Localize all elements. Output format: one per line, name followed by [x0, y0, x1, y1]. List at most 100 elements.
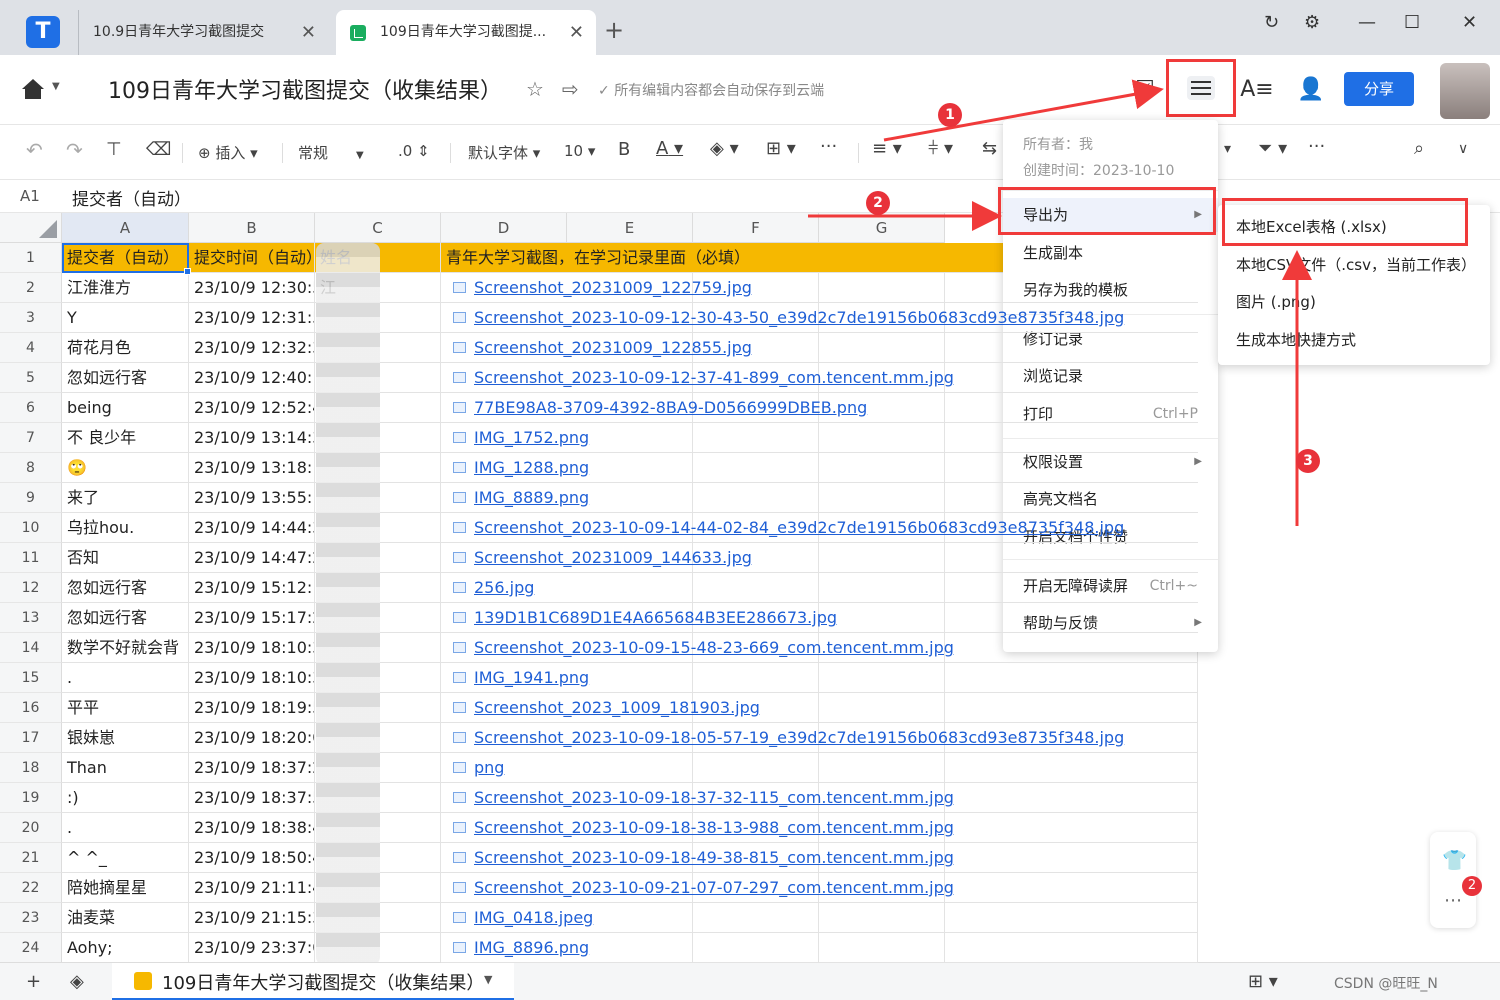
submit-time-cell[interactable]: 23/10/9 12:32:34: [189, 333, 315, 363]
row-header[interactable]: 18: [0, 753, 62, 783]
screenshot-link-cell[interactable]: Screenshot_2023-10-09-12-37-41-899_com.t…: [441, 363, 1198, 393]
row-header[interactable]: 13: [0, 603, 62, 633]
submit-time-cell[interactable]: 23/10/9 13:18:11: [189, 453, 315, 483]
screenshot-link-cell[interactable]: IMG_1941.png: [441, 663, 1198, 693]
screenshot-link-cell[interactable]: Screenshot_20231009_144633.jpg: [441, 543, 1198, 573]
font-size-select[interactable]: 10 ▾: [564, 142, 595, 160]
undo-icon[interactable]: ↶: [26, 138, 43, 162]
submitter-cell[interactable]: .: [62, 663, 189, 693]
cell-reference[interactable]: A1: [20, 187, 40, 205]
submit-time-cell[interactable]: 23/10/9 23:37:09: [189, 933, 315, 963]
row-header[interactable]: 20: [0, 813, 62, 843]
sheet-tab-active[interactable]: 109日青年大学习截图提交（收集结果） ▼: [112, 963, 514, 1000]
submit-time-cell[interactable]: 23/10/9 15:12:10: [189, 573, 315, 603]
row-header[interactable]: 24: [0, 933, 62, 963]
screenshot-link-cell[interactable]: IMG_1752.png: [441, 423, 1198, 453]
vertical-align-icon[interactable]: ⫩ ▾: [928, 138, 953, 159]
submitter-cell[interactable]: 忽如远行客: [62, 363, 189, 393]
format-painter-icon[interactable]: ⊤: [106, 139, 122, 160]
theme-shirt-icon[interactable]: 👕: [1442, 848, 1467, 872]
eraser-icon[interactable]: ⌫: [146, 139, 171, 160]
share-button[interactable]: 分享: [1344, 72, 1414, 106]
font-family-select[interactable]: 默认字体 ▾: [468, 142, 540, 163]
sheet-list-icon[interactable]: ◈: [70, 971, 84, 992]
submitter-cell[interactable]: 银妹崽: [62, 723, 189, 753]
row-header[interactable]: 2: [0, 273, 62, 303]
submitter-cell[interactable]: 陪她摘星星: [62, 873, 189, 903]
more-menu-button[interactable]: [1166, 59, 1236, 117]
submit-time-cell[interactable]: 23/10/9 18:10:36: [189, 633, 315, 663]
submit-time-cell[interactable]: 23/10/9 14:47:25: [189, 543, 315, 573]
window-close-icon[interactable]: ✕: [1462, 12, 1477, 33]
screenshot-link-cell[interactable]: Screenshot_2023-10-09-14-44-02-84_e39d2c…: [441, 513, 1198, 543]
submitter-cell[interactable]: Than: [62, 753, 189, 783]
column-header[interactable]: D: [441, 213, 567, 243]
submitter-cell[interactable]: 忽如远行客: [62, 603, 189, 633]
screenshot-link-cell[interactable]: IMG_1288.png: [441, 453, 1198, 483]
submitter-cell[interactable]: 荷花月色: [62, 333, 189, 363]
close-icon[interactable]: ✕: [301, 10, 316, 55]
tab-collection-form[interactable]: 10.9日青年大学习截图提交 ✕: [78, 10, 328, 55]
grid-view-icon[interactable]: ⊞ ▾: [1248, 971, 1278, 992]
header-cell[interactable]: 提交时间（自动）: [189, 243, 315, 273]
screenshot-link-cell[interactable]: Screenshot_2023-10-09-21-07-07-297_com.t…: [441, 873, 1198, 903]
row-header[interactable]: 8: [0, 453, 62, 483]
row-header[interactable]: 11: [0, 543, 62, 573]
row-header[interactable]: 22: [0, 873, 62, 903]
screenshot-link-cell[interactable]: Screenshot_2023-10-09-18-05-57-19_e39d2c…: [441, 723, 1198, 753]
new-tab-plus-icon[interactable]: +: [604, 16, 624, 44]
select-all-corner[interactable]: [0, 213, 62, 243]
more-icon[interactable]: ···: [1308, 136, 1325, 157]
tab-collection-results[interactable]: 109日青年大学习截图提... ✕: [336, 10, 596, 55]
redo-icon[interactable]: ↷: [66, 138, 83, 162]
submitter-cell[interactable]: .: [62, 813, 189, 843]
submit-time-cell[interactable]: 23/10/9 18:37:59: [189, 783, 315, 813]
column-header[interactable]: C: [315, 213, 441, 243]
export-option[interactable]: 生成本地快捷方式: [1218, 322, 1490, 358]
bold-button[interactable]: B: [618, 139, 630, 160]
submit-time-cell[interactable]: 23/10/9 18:19:56: [189, 693, 315, 723]
screenshot-link-cell[interactable]: Screenshot_2023_1009_181903.jpg: [441, 693, 1198, 723]
submitter-cell[interactable]: 江淮淮方: [62, 273, 189, 303]
screenshot-link-cell[interactable]: Screenshot_2023-10-09-18-37-32-115_com.t…: [441, 783, 1198, 813]
screenshot-link-cell[interactable]: IMG_0418.jpeg: [441, 903, 1198, 933]
row-header[interactable]: 5: [0, 363, 62, 393]
submit-time-cell[interactable]: 23/10/9 18:38:48: [189, 813, 315, 843]
close-icon[interactable]: ✕: [569, 10, 584, 55]
submit-time-cell[interactable]: 23/10/9 18:50:4: [189, 843, 315, 873]
row-header[interactable]: 17: [0, 723, 62, 753]
screenshot-link-cell[interactable]: 77BE98A8-3709-4392-8BA9-D0566999DBEB.png: [441, 393, 1198, 423]
submitter-cell[interactable]: 否知: [62, 543, 189, 573]
search-icon[interactable]: ⌕: [1414, 138, 1424, 159]
submitter-cell[interactable]: 乌拉hou.: [62, 513, 189, 543]
row-header[interactable]: 4: [0, 333, 62, 363]
submit-time-cell[interactable]: 23/10/9 12:31:56: [189, 303, 315, 333]
column-header[interactable]: B: [189, 213, 315, 243]
collapse-toolbar-icon[interactable]: ∨: [1458, 141, 1468, 157]
insert-button[interactable]: ⊕ 插入 ▾: [198, 142, 258, 163]
screenshot-link-cell[interactable]: Screenshot_2023-10-09-18-38-13-988_com.t…: [441, 813, 1198, 843]
screenshot-link-cell[interactable]: IMG_8889.png: [441, 483, 1198, 513]
submit-time-cell[interactable]: 23/10/9 12:30:56: [189, 273, 315, 303]
spreadsheet-grid[interactable]: ABCDEFG1提交者（自动）提交时间（自动）姓名青年大学习截图，在学习记录里面…: [0, 213, 1198, 965]
add-user-icon[interactable]: 👤: [1294, 73, 1328, 107]
screenshot-link-cell[interactable]: png: [441, 753, 1198, 783]
more-icon[interactable]: ⋯: [1444, 890, 1462, 911]
app-logo-icon[interactable]: T: [26, 16, 60, 48]
font-color-button[interactable]: A ▾: [656, 138, 683, 159]
submitter-cell[interactable]: 平平: [62, 693, 189, 723]
column-header[interactable]: A: [62, 213, 189, 243]
document-title[interactable]: 109日青年大学习截图提交（收集结果）: [108, 73, 502, 105]
submit-time-cell[interactable]: 23/10/9 15:17:25: [189, 603, 315, 633]
submitter-cell[interactable]: :): [62, 783, 189, 813]
refresh-icon[interactable]: ↻: [1264, 12, 1279, 33]
screenshot-link-cell[interactable]: Screenshot_20231009_122855.jpg: [441, 333, 1198, 363]
submitter-cell[interactable]: 🙄: [62, 453, 189, 483]
submit-time-cell[interactable]: 23/10/9 18:20:07: [189, 723, 315, 753]
formula-input[interactable]: 提交者（自动）: [72, 185, 191, 210]
submit-time-cell[interactable]: 23/10/9 21:11:4: [189, 873, 315, 903]
submitter-cell[interactable]: 来了: [62, 483, 189, 513]
home-icon[interactable]: [22, 79, 44, 99]
row-header[interactable]: 3: [0, 303, 62, 333]
fill-color-icon[interactable]: ◈ ▾: [710, 138, 739, 159]
